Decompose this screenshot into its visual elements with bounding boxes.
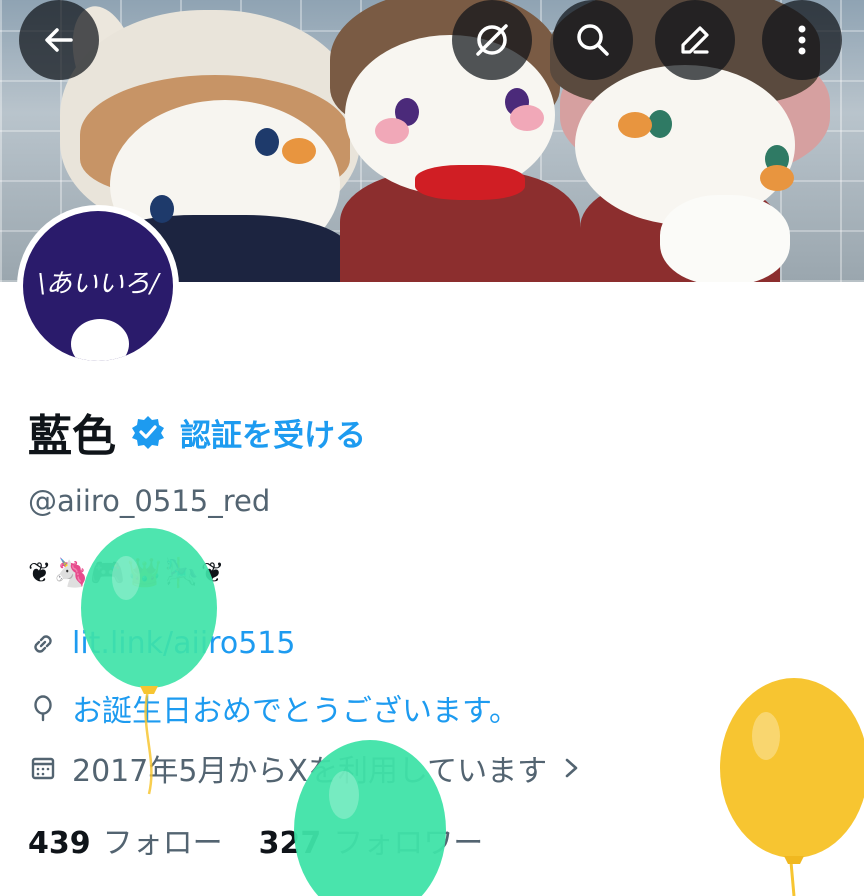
more-options-button[interactable] bbox=[760, 0, 844, 82]
translate-off-button[interactable] bbox=[450, 0, 534, 82]
following-count: 439 bbox=[28, 826, 91, 861]
search-icon bbox=[577, 24, 609, 56]
calendar-icon bbox=[31, 757, 55, 780]
plush-blush bbox=[618, 112, 652, 138]
back-button[interactable] bbox=[17, 0, 101, 82]
birthday-balloon-green bbox=[81, 528, 217, 795]
plush-blush bbox=[760, 165, 794, 191]
plush-blush bbox=[375, 118, 409, 144]
link-icon bbox=[34, 634, 52, 653]
profile-name-row: 藍色 認証を受ける bbox=[28, 402, 366, 462]
arrow-left-icon bbox=[45, 28, 73, 52]
translate-off-icon bbox=[476, 24, 508, 56]
display-name: 藍色 bbox=[28, 411, 116, 462]
plush-eye bbox=[255, 128, 279, 156]
avatar-text: \あいいろ/ bbox=[37, 269, 159, 299]
avatar-image: \あいいろ/ bbox=[23, 211, 173, 361]
verified-badge-icon bbox=[132, 416, 164, 449]
chevron-right-icon bbox=[565, 758, 578, 778]
plush-blush bbox=[282, 138, 316, 164]
balloon-icon bbox=[34, 695, 52, 722]
following-label: フォロー bbox=[102, 826, 223, 861]
birthday-balloon-green bbox=[294, 740, 446, 896]
get-verified-link[interactable]: 認証を受ける bbox=[180, 410, 366, 455]
user-handle: @aiiro_0515_red bbox=[28, 484, 271, 518]
birthday-balloon-yellow bbox=[720, 678, 864, 896]
profile-avatar[interactable]: \あいいろ/ bbox=[17, 205, 179, 367]
plush-eye bbox=[150, 195, 174, 223]
following-stat[interactable]: 439 フォロー bbox=[28, 818, 223, 862]
edit-icon bbox=[681, 26, 709, 54]
plush-ruff bbox=[660, 195, 790, 282]
avatar-mascot bbox=[71, 319, 129, 361]
edit-button[interactable] bbox=[653, 0, 737, 82]
plush-blush bbox=[510, 105, 544, 131]
more-vertical-icon bbox=[798, 25, 806, 55]
plush-bow bbox=[415, 165, 525, 200]
search-button[interactable] bbox=[551, 0, 635, 82]
